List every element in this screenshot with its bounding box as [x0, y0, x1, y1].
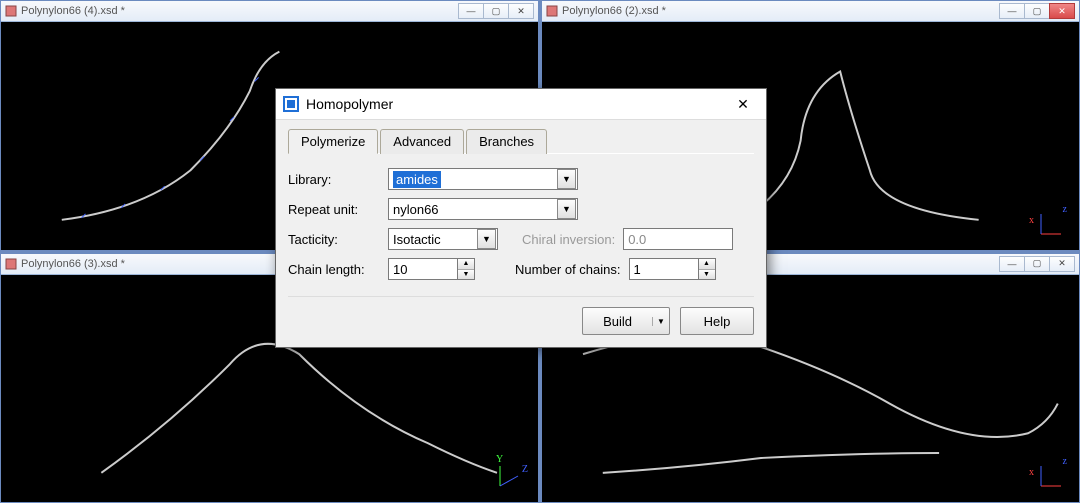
tab-branches[interactable]: Branches	[466, 129, 547, 154]
pane-titlebar[interactable]: Polynylon66 (2).xsd * — ▢ ✕	[542, 1, 1079, 22]
maximize-button[interactable]: ▢	[483, 3, 509, 19]
spin-up-icon[interactable]: ▲	[458, 259, 474, 270]
tacticity-combo[interactable]: Isotactic ▼	[388, 228, 498, 250]
view-axes: x z	[1035, 458, 1069, 492]
chevron-down-icon[interactable]: ▼	[557, 199, 576, 219]
view-axes: Y Z	[494, 458, 528, 492]
pane-title: Polynylon66 (2).xsd *	[562, 5, 1000, 17]
build-button-label: Build	[583, 314, 652, 329]
spin-down-icon[interactable]: ▼	[458, 270, 474, 280]
dialog-titlebar[interactable]: Homopolymer ✕	[276, 89, 766, 120]
homopolymer-dialog: Homopolymer ✕ Polymerize Advanced Branch…	[275, 88, 767, 348]
axis-label-z: z	[1063, 204, 1067, 215]
tab-advanced[interactable]: Advanced	[380, 129, 464, 154]
close-button[interactable]: ✕	[508, 3, 534, 19]
help-button[interactable]: Help	[680, 307, 754, 335]
tab-polymerize[interactable]: Polymerize	[288, 129, 378, 154]
build-button[interactable]: Build ▼	[582, 307, 670, 335]
minimize-button[interactable]: —	[999, 3, 1025, 19]
chiral-inversion-label: Chiral inversion:	[522, 232, 615, 247]
spin-up-icon[interactable]: ▲	[699, 259, 715, 270]
chain-length-label: Chain length:	[288, 262, 388, 277]
dialog-close-button[interactable]: ✕	[726, 93, 760, 115]
close-button[interactable]: ✕	[1049, 3, 1075, 19]
library-value: amides	[393, 171, 441, 188]
tacticity-label: Tacticity:	[288, 232, 388, 247]
tacticity-value: Isotactic	[393, 232, 441, 247]
minimize-button[interactable]: —	[999, 256, 1025, 272]
library-combo[interactable]: amides ▼	[388, 168, 578, 190]
number-of-chains-label: Number of chains:	[515, 262, 621, 277]
tab-strip: Polymerize Advanced Branches	[288, 128, 754, 154]
pane-title: Polynylon66 (4).xsd *	[21, 5, 459, 17]
chevron-down-icon[interactable]: ▼	[557, 169, 576, 189]
document-icon	[5, 5, 17, 17]
maximize-button[interactable]: ▢	[1024, 256, 1050, 272]
document-icon	[5, 258, 17, 270]
chevron-down-icon[interactable]: ▼	[477, 229, 496, 249]
number-of-chains-value[interactable]: 1	[629, 258, 699, 280]
axis-label-x: x	[1029, 467, 1034, 478]
dialog-title: Homopolymer	[306, 96, 726, 112]
view-axes: x z	[1035, 206, 1069, 240]
chain-length-spinner[interactable]: 10 ▲▼	[388, 258, 475, 280]
app-icon	[282, 95, 300, 113]
axis-label-z: z	[1063, 456, 1067, 467]
number-of-chains-spinner[interactable]: 1 ▲▼	[629, 258, 716, 280]
document-icon	[546, 5, 558, 17]
library-label: Library:	[288, 172, 388, 187]
repeat-unit-value: nylon66	[393, 202, 439, 217]
axis-label-x: x	[1029, 215, 1034, 226]
close-button[interactable]: ✕	[1049, 256, 1075, 272]
pane-titlebar[interactable]: Polynylon66 (4).xsd * — ▢ ✕	[1, 1, 538, 22]
axis-label-z: Z	[522, 464, 528, 475]
repeat-unit-combo[interactable]: nylon66 ▼	[388, 198, 578, 220]
spin-down-icon[interactable]: ▼	[699, 270, 715, 280]
axis-label-y: Y	[496, 454, 503, 465]
chevron-down-icon[interactable]: ▼	[652, 317, 669, 326]
minimize-button[interactable]: —	[458, 3, 484, 19]
maximize-button[interactable]: ▢	[1024, 3, 1050, 19]
chain-length-value[interactable]: 10	[388, 258, 458, 280]
repeat-unit-label: Repeat unit:	[288, 202, 388, 217]
chiral-inversion-input: 0.0	[623, 228, 733, 250]
